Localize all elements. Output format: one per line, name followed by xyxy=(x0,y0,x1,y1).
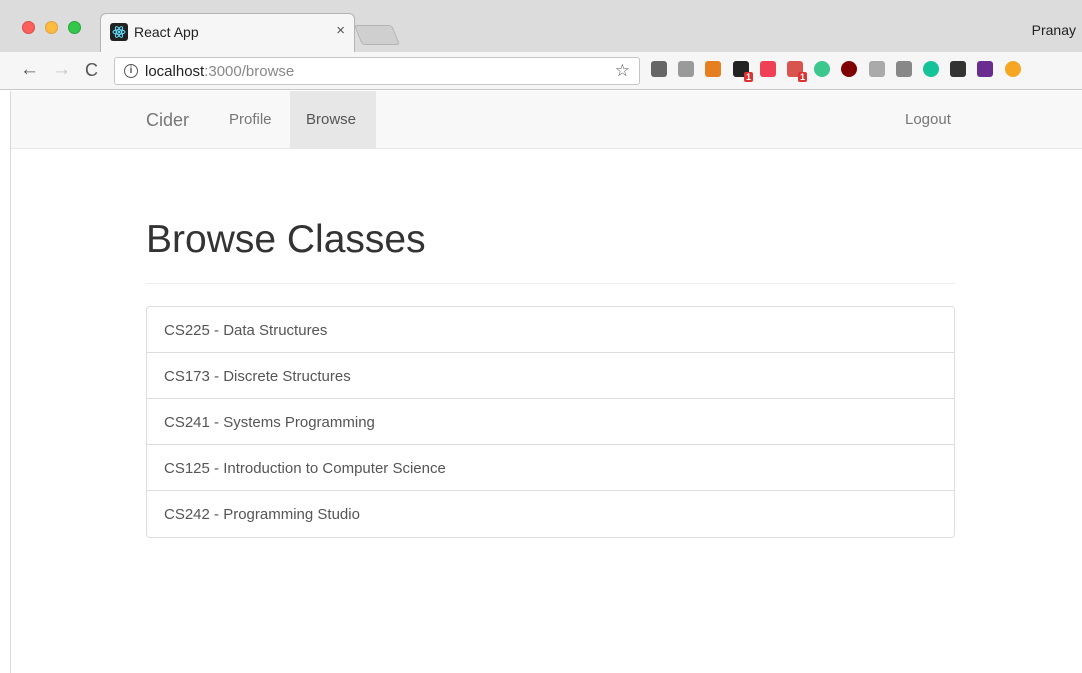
page-title: Browse Classes xyxy=(146,218,426,261)
extension-badge: 1 xyxy=(743,72,753,82)
ublock-icon[interactable] xyxy=(841,61,857,77)
grammarly-icon[interactable] xyxy=(923,61,939,77)
nav-link-logout[interactable]: Logout xyxy=(889,91,967,149)
warning-extension-icon[interactable] xyxy=(1005,61,1021,77)
minimize-window-button[interactable] xyxy=(45,21,58,34)
browser-profile-name[interactable]: Pranay xyxy=(1032,22,1076,38)
page-viewport: Cider Profile Browse Logout Browse Class… xyxy=(10,91,1082,673)
nav-link-profile[interactable]: Profile xyxy=(213,91,288,149)
browser-titlebar: React App × Pranay xyxy=(0,0,1082,53)
app-navbar: Cider Profile Browse Logout xyxy=(11,91,1082,149)
new-tab-button[interactable] xyxy=(353,25,401,45)
extension-h-icon[interactable] xyxy=(678,61,694,77)
class-list-item[interactable]: CS225 - Data Structures xyxy=(147,307,954,353)
class-list-item[interactable]: CS242 - Programming Studio xyxy=(147,491,954,537)
class-list-item[interactable]: CS241 - Systems Programming xyxy=(147,399,954,445)
tab-title: React App xyxy=(134,24,199,40)
react-logo-icon xyxy=(110,23,128,41)
eyedropper-icon[interactable] xyxy=(705,61,721,77)
reload-icon[interactable]: C xyxy=(85,59,98,81)
pocket-icon[interactable] xyxy=(760,61,776,77)
screen-extension-icon[interactable] xyxy=(950,61,966,77)
class-list-item[interactable]: CS173 - Discrete Structures xyxy=(147,353,954,399)
url-host: localhost xyxy=(145,63,205,80)
class-list: CS225 - Data Structures CS173 - Discrete… xyxy=(146,306,955,538)
bars-extension-icon[interactable] xyxy=(977,61,993,77)
bookmark-star-icon[interactable]: ☆ xyxy=(615,61,630,81)
info-icon[interactable]: i xyxy=(124,64,138,78)
chat-extension-icon[interactable]: 1 xyxy=(733,61,753,82)
heading-divider xyxy=(146,283,955,284)
tab-close-icon[interactable]: × xyxy=(336,23,345,39)
cast-icon[interactable] xyxy=(651,61,667,77)
back-arrow-icon[interactable]: ← xyxy=(20,59,39,81)
url-text[interactable]: localhost:3000/browse xyxy=(145,63,294,80)
forward-arrow-icon[interactable]: → xyxy=(52,59,71,81)
grid-extension-icon[interactable] xyxy=(869,61,885,77)
ring-extension-icon[interactable] xyxy=(814,61,830,77)
browser-tab-content: React App × xyxy=(100,13,355,52)
browser-toolbar: ← → C i localhost:3000/browse ☆ xyxy=(0,52,1082,90)
address-bar[interactable]: i localhost:3000/browse ☆ xyxy=(114,57,640,85)
nav-link-browse[interactable]: Browse xyxy=(290,91,376,149)
extension-badge: 1 xyxy=(797,72,807,82)
maximize-window-button[interactable] xyxy=(68,21,81,34)
face-extension-icon[interactable] xyxy=(896,61,912,77)
url-path: :3000/browse xyxy=(204,63,295,80)
calendar-extension-icon[interactable]: 1 xyxy=(787,61,807,82)
class-list-item[interactable]: CS125 - Introduction to Computer Science xyxy=(147,445,954,491)
close-window-button[interactable] xyxy=(22,21,35,34)
navbar-brand[interactable]: Cider xyxy=(146,110,189,131)
